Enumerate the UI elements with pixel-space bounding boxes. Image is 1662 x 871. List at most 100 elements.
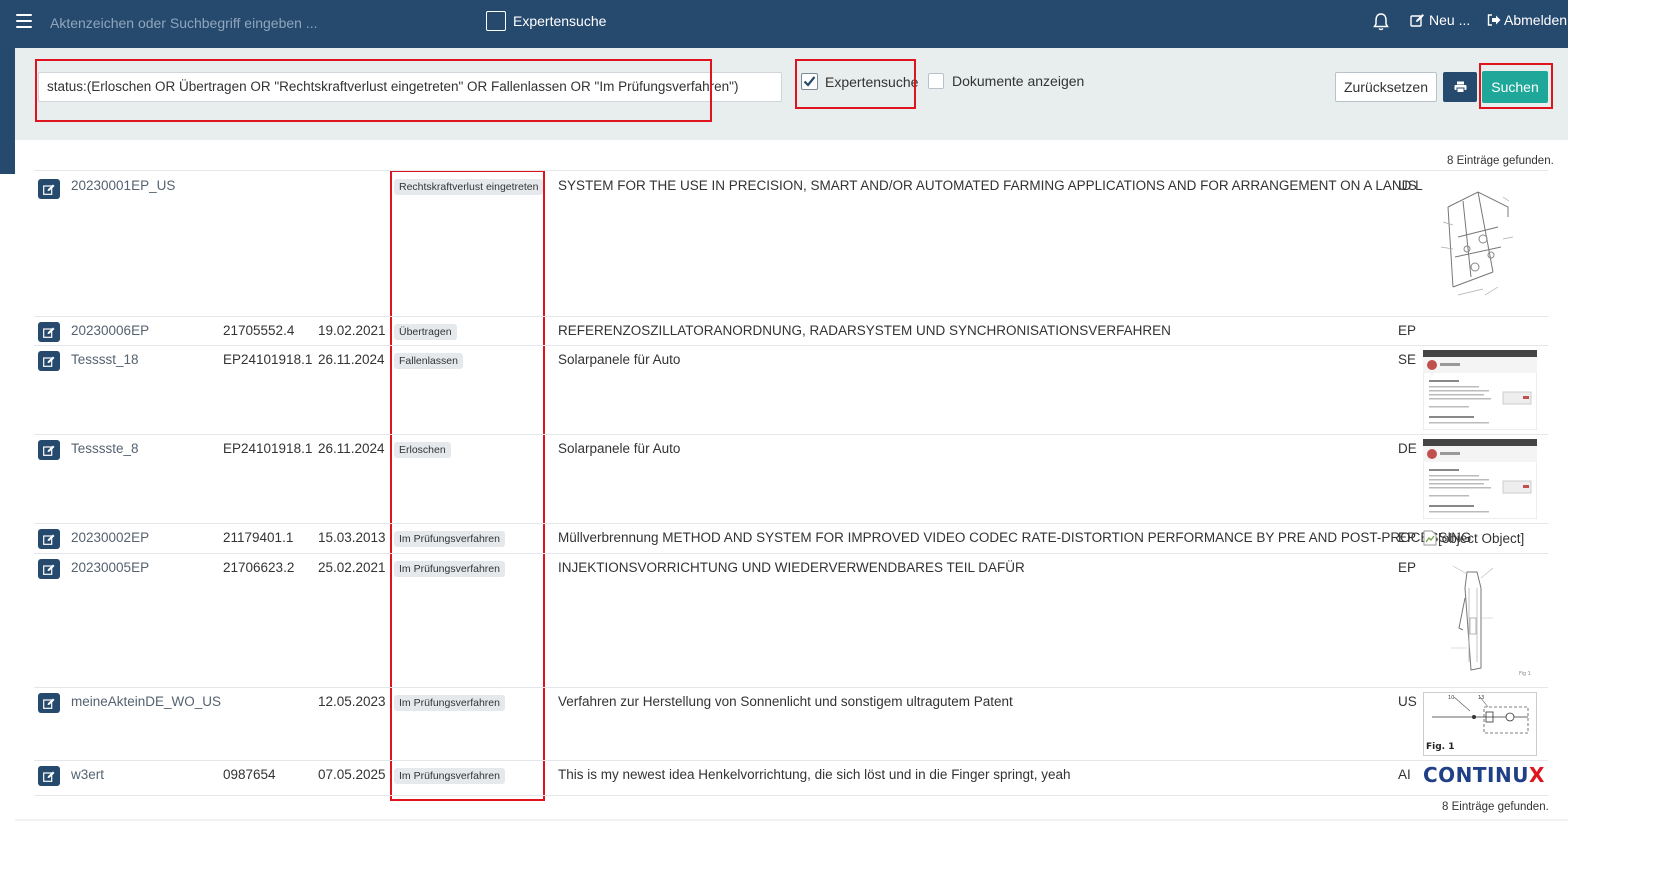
expert-search-toggle[interactable]: Expertensuche [801,73,918,90]
top-expert-checkbox[interactable] [486,11,506,31]
edit-icon [43,327,55,338]
status-badge: Im Prüfungsverfahren [394,695,505,711]
patent-title: Verfahren zur Herstellung von Sonnenlich… [558,694,1013,709]
webpage-screenshot-thumbnail[interactable] [1423,350,1537,430]
filing-date: 15.03.2013 [318,530,386,545]
left-sidebar-strip [0,48,15,174]
edit-icon [43,698,55,709]
search-button[interactable]: Suchen [1482,71,1548,103]
aktenzeichen-link[interactable]: w3ert [71,767,104,782]
printer-icon [1454,81,1466,93]
patent-title: INJEKTIONSVORRICHTUNG UND WIEDERVERWENDB… [558,560,1025,575]
webpage-screenshot-thumbnail[interactable] [1423,439,1537,519]
reset-button[interactable]: Zurücksetzen [1335,72,1437,102]
edit-icon [43,356,55,367]
patent-title: Müllverbrennung METHOD AND SYSTEM FOR IM… [558,530,1472,545]
filing-date: 07.05.2025 [318,767,386,782]
patent-title: Solarpanele für Auto [558,441,681,456]
filing-date: 26.11.2024 [318,441,385,456]
table-row: Tesssst_18 EP24101918.1 26.11.2024 Falle… [34,345,1548,434]
hamburger-menu-icon[interactable] [16,14,32,28]
patent-drawing-thumbnail[interactable] [1423,177,1535,309]
edit-record-button[interactable] [38,559,60,579]
edit-record-button[interactable] [38,322,60,342]
edit-icon [43,184,55,195]
application-number: 21179401.1 [223,530,294,545]
patent-title: This is my newest idea Henkelvorrichtung… [558,767,1071,782]
aktenzeichen-link[interactable]: 20230001EP_US [71,178,175,193]
logout-label: Abmelden [1504,12,1568,28]
patent-title: SYSTEM FOR THE USE IN PRECISION, SMART A… [558,178,1442,193]
edit-record-button[interactable] [38,179,60,199]
checkmark-icon [803,76,816,87]
aktenzeichen-link[interactable]: 20230002EP [71,530,149,545]
table-row: 20230005EP 21706623.2 25.02.2021 Im Prüf… [34,553,1548,687]
filing-date: 25.02.2021 [318,560,386,575]
patent-title: REFERENZOSZILLATORANORDNUNG, RADARSYSTEM… [558,323,1171,338]
status-badge: Fallenlassen [394,353,463,369]
top-expert-label: Expertensuche [513,13,607,29]
aktenzeichen-link[interactable]: 20230006EP [71,323,149,338]
edit-icon [43,771,55,782]
bell-icon[interactable] [1372,12,1390,32]
status-badge: Übertragen [394,324,457,340]
application-number: 21706623.2 [223,560,295,575]
status-badge: Im Prüfungsverfahren [394,531,505,547]
application-number: 0987654 [223,767,276,782]
country-code: SE [1398,352,1417,367]
country-code: US [1398,178,1417,193]
aktenzeichen-link[interactable]: 20230005EP [71,560,149,575]
table-row: 20230001EP_US Rechtskraftverlust eingetr… [34,170,1548,316]
edit-record-button[interactable] [38,693,60,713]
new-menu-label: Neu ... [1429,12,1471,28]
table-row: 20230002EP 21179401.1 15.03.2013 Im Prüf… [34,523,1548,553]
status-badge: Im Prüfungsverfahren [394,561,505,577]
aktenzeichen-link[interactable]: Tesssst_18 [71,352,139,367]
country-code: US [1398,694,1417,709]
edit-icon [1410,14,1424,27]
status-badge: Im Prüfungsverfahren [394,768,505,784]
country-code: DE [1398,441,1417,456]
table-row: 20230006EP 21705552.4 19.02.2021 Übertra… [34,316,1548,345]
table-row: meineAkteinDE_WO_US 12.05.2023 Im Prüfun… [34,687,1548,760]
show-documents-checkbox[interactable] [928,73,944,89]
results-list: 20230001EP_US Rechtskraftverlust eingetr… [34,170,1548,795]
continux-logo: CONTINUX [1423,763,1545,787]
table-row: Tesssste_8 EP24101918.1 26.11.2024 Erlos… [34,434,1548,523]
quick-search-input[interactable] [50,12,450,34]
print-button[interactable] [1443,72,1477,102]
application-number: EP24101918.1 [223,441,313,456]
status-badge: Erloschen [394,442,451,458]
table-row: w3ert 0987654 07.05.2025 Im Prüfungsverf… [34,760,1548,795]
country-code: EP [1398,530,1417,545]
show-documents-toggle[interactable]: Dokumente anzeigen [928,73,1084,89]
edit-record-button[interactable] [38,440,60,460]
edit-icon [43,564,55,575]
edit-record-button[interactable] [38,529,60,549]
application-number: 21705552.4 [223,323,295,338]
top-expert-toggle[interactable]: Expertensuche [486,11,606,31]
expert-search-label: Expertensuche [825,73,919,90]
logo-accent-letter: X [1528,763,1545,787]
expert-query-input[interactable]: status:(Erloschen OR Übertragen OR "Rech… [38,72,782,102]
svg-text:13: 13 [1478,695,1484,701]
svg-text:Fig 1: Fig 1 [1519,671,1531,677]
result-count-bottom: 8 Einträge gefunden. [1442,801,1549,813]
aktenzeichen-link[interactable]: meineAkteinDE_WO_US [71,694,221,709]
country-code: EP [1398,323,1417,338]
edit-record-button[interactable] [38,351,60,371]
logo-text: CONTINUX [1423,763,1545,787]
injector-drawing-thumbnail[interactable]: Fig 1 [1423,558,1537,682]
aktenzeichen-link[interactable]: Tesssste_8 [71,441,139,456]
logout-link[interactable]: Abmelden [1487,12,1567,28]
broken-image-alt-text: [object Object] [1438,530,1525,546]
circuit-diagram-image: 10 13 [1432,695,1529,734]
circuit-figure-thumbnail[interactable]: 10 13 Fig. 1 [1423,692,1537,756]
broken-image-icon [1423,530,1437,546]
figure-caption: Fig. 1 [1426,742,1455,752]
expert-search-checkbox[interactable] [801,73,818,90]
broken-image-thumbnail[interactable]: [object Object] [1423,530,1524,546]
right-margin [1568,0,1662,871]
new-menu-link[interactable]: Neu ... [1410,12,1470,28]
edit-record-button[interactable] [38,766,60,786]
